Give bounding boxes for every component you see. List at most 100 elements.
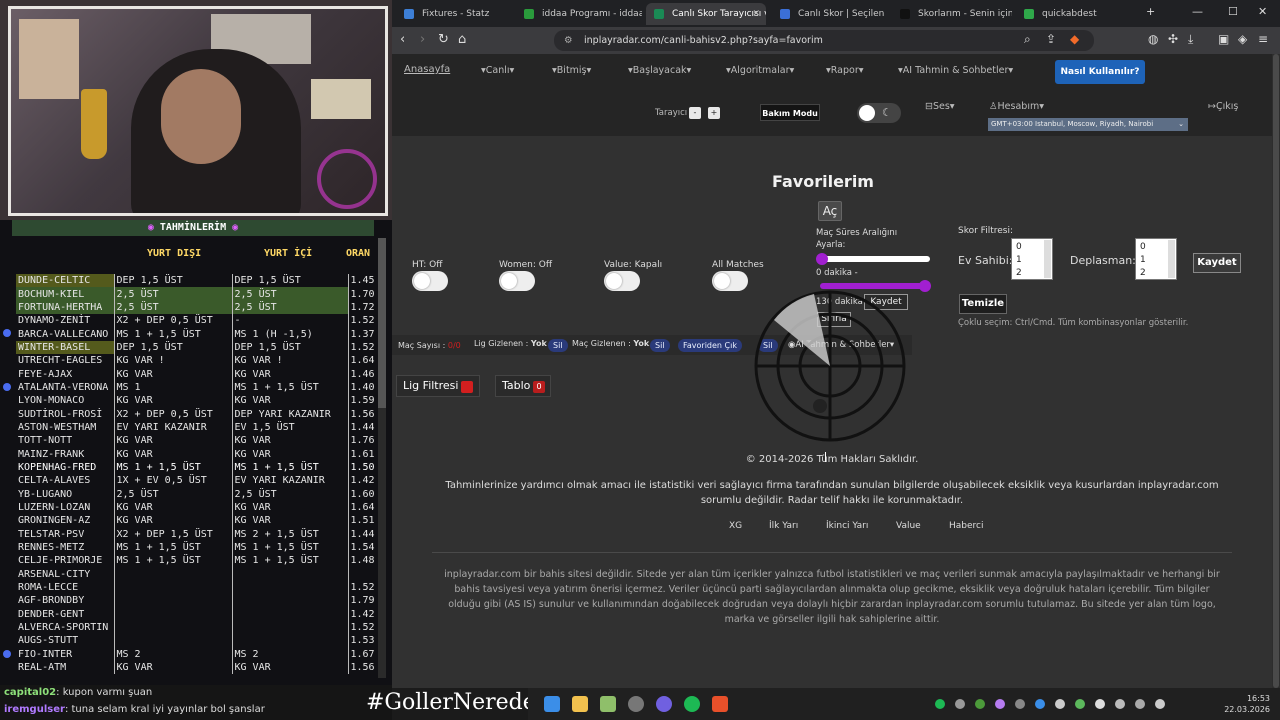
maximize-icon[interactable]: ☐ [1228,5,1238,18]
min-minute-knob[interactable] [816,253,828,265]
close-window-icon[interactable]: ✕ [1258,5,1267,18]
all-matches-switch[interactable] [712,271,748,291]
browser-tab[interactable]: iddaa Programı - iddaa Bi [516,3,642,25]
nav-algorithms[interactable]: ▾Algoritmalar▾ [726,65,794,76]
nav-home[interactable]: Anasayfa [404,64,450,75]
windows-start-icon[interactable] [544,696,560,712]
browser-tab[interactable]: Skorlarım - Senin için Kişi [892,3,1012,25]
taskbar-clock[interactable]: 16:53 22.03.2026 [1224,693,1270,715]
prediction-odds: 1.70 [347,287,380,301]
ht-switch[interactable] [412,271,448,291]
maintenance-mode-button[interactable]: Bakım Modu [760,104,820,121]
file-explorer-icon[interactable] [572,696,588,712]
footer-link-second-half[interactable]: İkinci Yarı [826,521,868,531]
nav-sound[interactable]: ⊟Ses▾ [925,101,955,112]
favorite-exit-button[interactable]: Favoriden Çık [678,339,742,352]
scanner-minus-button[interactable]: - [689,107,701,119]
league-filter-button[interactable]: Lig Filtresi [396,375,480,397]
page-scrollbar[interactable] [1272,54,1280,688]
brave-icon[interactable] [712,696,728,712]
prediction-row: AUGS-STUTT 1.53 [16,634,380,648]
site-info-icon[interactable]: ⚙ [564,30,573,51]
footer-link-herald[interactable]: Haberci [949,521,983,531]
tray-icon[interactable] [995,699,1005,709]
tray-icon[interactable] [1115,699,1125,709]
tray-icon[interactable] [1055,699,1065,709]
browser-tab[interactable]: Canlı Skor | Seçilen maçla [772,3,888,25]
menu-icon[interactable]: ≡ [1258,32,1268,46]
nav-upcoming[interactable]: ▾Başlayacak▾ [628,65,691,76]
puzzle-icon[interactable]: ✣ [1168,32,1178,46]
messenger-icon[interactable] [656,696,672,712]
prediction-home: KG VAR [231,660,348,675]
tray-icon[interactable] [1155,699,1165,709]
home-score-label: Ev Sahibi: [958,254,1013,267]
minimize-icon[interactable]: — [1192,5,1203,18]
nav-ai[interactable]: ▾AI Tahmin & Sohbetler▾ [898,65,1013,76]
score-clear-button[interactable]: Temizle [959,294,1007,314]
radar-icon [754,290,906,442]
tray-icon[interactable] [975,699,985,709]
close-tab-icon[interactable]: ✕ [752,3,760,25]
max-minute-slider[interactable] [820,283,930,289]
prediction-away: KG VAR [113,660,232,675]
share-icon[interactable]: ⇪ [1046,32,1056,46]
match-delete-button[interactable]: Sil [650,339,670,352]
extension-icon[interactable]: ◍ [1148,32,1158,46]
browser-tab[interactable]: quickabdest [1016,3,1132,25]
nav-report[interactable]: ▾Rapor▾ [826,65,864,76]
prediction-row: RENNES-METZ MS 1 + 1,5 ÜST MS 1 + 1,5 ÜST 1… [16,540,380,555]
max-minute-knob[interactable] [919,280,931,292]
forward-icon[interactable]: › [420,32,425,47]
nav-finished[interactable]: ▾Bitmiş▾ [552,65,591,76]
footer-link-xg[interactable]: XG [729,521,742,531]
spotify-tray-icon[interactable] [935,699,945,709]
match-name: CELJE-PRIMORJE [18,555,103,567]
open-button[interactable]: Aç [818,201,842,221]
nav-account[interactable]: ♙Hesabım▾ [989,101,1044,112]
download-icon[interactable]: ⤓ [1188,32,1193,47]
footer-link-first-half[interactable]: İlk Yarı [769,521,798,531]
browser-tab[interactable]: Canlı Skor Tarayıcısı v ✕ [646,3,766,25]
sidebar-icon[interactable]: ▣ [1218,32,1229,46]
predictions-scrollbar[interactable] [378,238,386,678]
women-switch[interactable] [499,271,535,291]
league-delete-button[interactable]: Sil [548,339,568,352]
address-bar[interactable]: ⚙ inplayradar.com/canli-bahisv2.php?sayfa… [554,30,1094,51]
footer-link-value[interactable]: Value [896,521,921,531]
tray-icon[interactable] [1095,699,1105,709]
back-icon[interactable]: ‹ [400,32,405,47]
nav-live[interactable]: ▾Canlı▾ [481,65,514,76]
match-name: YB-LUGANO [18,488,73,500]
tray-icon[interactable] [955,699,965,709]
new-tab-icon[interactable]: + [1146,5,1155,18]
theme-toggle[interactable]: ☾ [857,103,901,123]
home-icon[interactable]: ⌂ [458,32,466,47]
brave-shield-icon[interactable]: ◆ [1070,32,1079,46]
table-button[interactable]: Tablo 0 [495,375,551,397]
score-save-button[interactable]: Kaydet [1193,253,1241,273]
spotify-icon[interactable] [684,696,700,712]
page-title: Favorilerim [772,172,874,191]
notepad-icon[interactable] [600,696,616,712]
home-score-select[interactable]: 012 [1011,238,1053,280]
nav-logout[interactable]: ↦Çıkış [1208,101,1238,112]
zoom-icon[interactable]: ⌕ [1024,32,1031,47]
value-switch[interactable] [604,271,640,291]
obs-icon[interactable] [628,696,644,712]
tray-icon[interactable] [1135,699,1145,709]
prediction-row: YB-LUGANO 2,5 ÜST 2,5 ÜST 1.60 [16,487,380,501]
tray-icon[interactable] [1035,699,1045,709]
min-minute-slider[interactable] [820,256,930,262]
wallet-icon[interactable]: ◈ [1238,32,1247,46]
browser-tab[interactable]: Fixtures - Statz [396,3,514,25]
tray-icon[interactable] [1015,699,1025,709]
away-score-select[interactable]: 012 [1135,238,1177,280]
bullet-icon [3,382,11,391]
timezone-select[interactable]: GMT+03:00 Istanbul, Moscow, Riyadh, Nair… [988,118,1188,131]
scanner-plus-button[interactable]: + [708,107,720,119]
tray-icon[interactable] [1075,699,1085,709]
reload-icon[interactable]: ↻ [438,32,449,47]
tab-favicon-icon [900,9,910,19]
howto-button[interactable]: Nasıl Kullanılır? [1055,60,1145,84]
